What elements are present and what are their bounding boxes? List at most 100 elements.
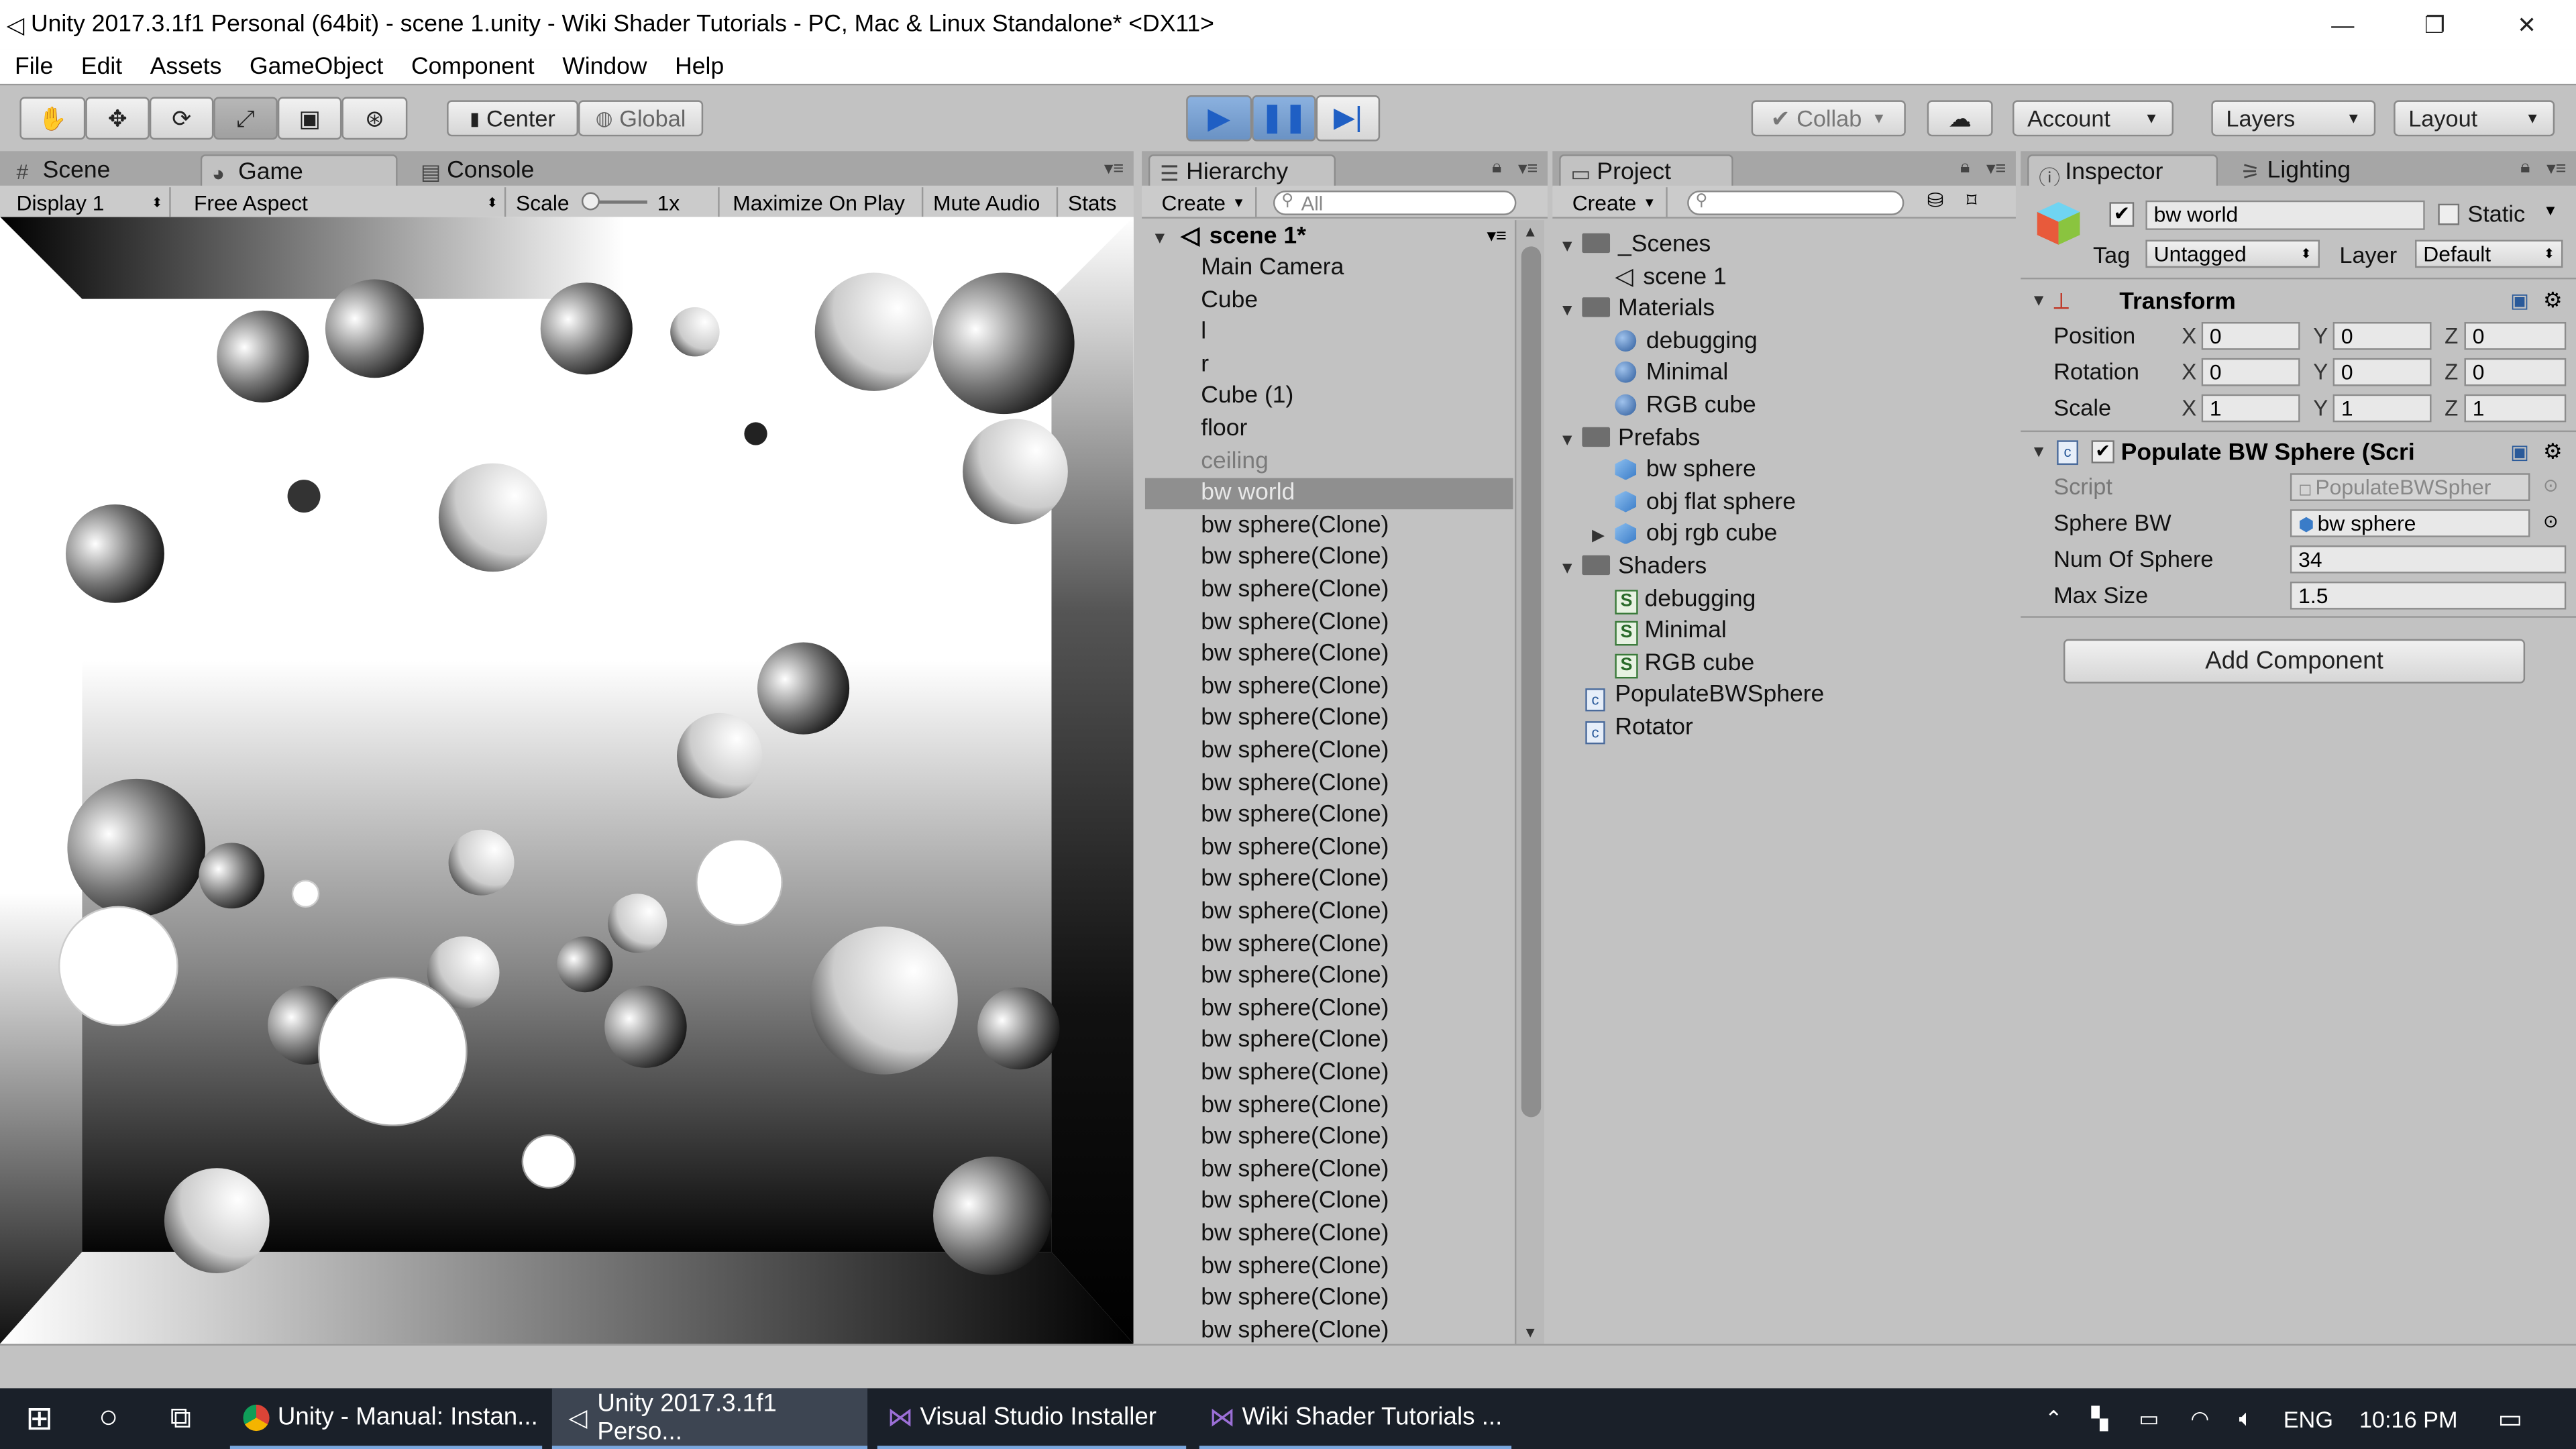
- tab-console[interactable]: ▤ Console: [411, 154, 591, 187]
- project-item-material[interactable]: RGB cube: [1615, 391, 1756, 423]
- lock-icon[interactable]: 🔒︎: [1960, 158, 1970, 179]
- gear-icon[interactable]: ⚙: [2543, 439, 2563, 465]
- taskbar-item-chrome[interactable]: Unity - Manual: Instan...: [229, 1388, 543, 1449]
- hierarchy-item[interactable]: bw sphere(Clone): [1201, 511, 1389, 543]
- account-dropdown[interactable]: Account ▼: [2012, 100, 2174, 137]
- rotation-y-field[interactable]: 0: [2332, 358, 2432, 386]
- help-icon[interactable]: ▣: [2510, 289, 2529, 312]
- menu-component[interactable]: Component: [411, 54, 535, 80]
- help-icon[interactable]: ▣: [2510, 440, 2529, 463]
- layers-dropdown[interactable]: Layers ▼: [2211, 100, 2376, 137]
- menu-file[interactable]: File: [15, 54, 53, 80]
- tab-game[interactable]: ◕ Game: [200, 154, 398, 188]
- object-name-field[interactable]: bw world: [2145, 200, 2425, 230]
- hand-tool-button[interactable]: ✋: [19, 97, 86, 140]
- rotation-z-field[interactable]: 0: [2464, 358, 2567, 386]
- hierarchy-item[interactable]: bw sphere(Clone): [1201, 1090, 1389, 1122]
- hierarchy-item[interactable]: bw sphere(Clone): [1201, 704, 1389, 736]
- hierarchy-item[interactable]: bw sphere(Clone): [1201, 1219, 1389, 1251]
- max-size-field[interactable]: 1.5: [2290, 581, 2567, 610]
- project-item-script[interactable]: c Rotator: [1585, 713, 1693, 745]
- rotate-tool-button[interactable]: ⟳: [149, 97, 214, 140]
- project-item-folder[interactable]: ▼ Materials: [1559, 294, 1715, 327]
- chevron-down-icon[interactable]: ▼: [2543, 202, 2558, 218]
- scale-z-field[interactable]: 1: [2464, 394, 2567, 423]
- scrollbar-thumb[interactable]: [1521, 246, 1542, 1118]
- menu-help[interactable]: Help: [675, 54, 724, 80]
- hierarchy-item[interactable]: ceiling: [1201, 446, 1269, 478]
- scale-tool-button[interactable]: ⤢: [213, 97, 278, 140]
- hierarchy-item[interactable]: bw sphere(Clone): [1201, 994, 1389, 1026]
- project-item-prefab[interactable]: obj flat sphere: [1615, 488, 1796, 520]
- clock[interactable]: 10:16 PM: [2349, 1388, 2467, 1449]
- scale-x-field[interactable]: 1: [2201, 394, 2300, 423]
- tray-wifi[interactable]: ◠: [2182, 1388, 2218, 1449]
- transform-tool-button[interactable]: ⊛: [341, 97, 408, 140]
- hierarchy-item[interactable]: bw sphere(Clone): [1201, 1026, 1389, 1058]
- taskbar-item-vs-installer[interactable]: ⋈ Visual Studio Installer: [877, 1388, 1187, 1449]
- menu-assets[interactable]: Assets: [150, 54, 222, 80]
- project-item-material[interactable]: debugging: [1615, 327, 1758, 359]
- menu-window[interactable]: Window: [562, 54, 647, 80]
- hierarchy-item[interactable]: r: [1201, 350, 1209, 382]
- expand-arrow-icon[interactable]: ▼: [2031, 443, 2047, 462]
- project-item-script[interactable]: c PopulateBWSphere: [1585, 681, 1824, 713]
- stats-toggle[interactable]: Stats: [1058, 187, 1134, 217]
- aspect-dropdown[interactable]: Free Aspect ⬍: [184, 187, 506, 217]
- minimize-button[interactable]: —: [2297, 0, 2389, 49]
- hierarchy-item[interactable]: bw sphere(Clone): [1201, 929, 1389, 961]
- project-create-button[interactable]: Create ▼: [1562, 187, 1668, 217]
- lock-icon[interactable]: 🔒︎: [1492, 158, 1501, 179]
- script-component-header[interactable]: ▼ c ✔ Populate BW Sphere (Scri ▣ ⚙: [2021, 435, 2576, 472]
- action-center-button[interactable]: ▭: [2491, 1388, 2530, 1449]
- menu-gameobject[interactable]: GameObject: [250, 54, 383, 80]
- hierarchy-create-button[interactable]: Create ▼: [1152, 187, 1257, 217]
- hierarchy-item[interactable]: bw sphere(Clone): [1201, 768, 1389, 800]
- num-of-sphere-field[interactable]: 34: [2290, 545, 2567, 574]
- lock-icon[interactable]: 🔒︎: [2520, 158, 2530, 179]
- tag-dropdown[interactable]: Untagged ⬍: [2145, 239, 2320, 268]
- hierarchy-item[interactable]: bw sphere(Clone): [1201, 639, 1389, 672]
- hierarchy-item[interactable]: bw sphere(Clone): [1201, 1316, 1389, 1348]
- game-view[interactable]: [0, 217, 1134, 1344]
- hierarchy-item[interactable]: floor: [1201, 414, 1247, 446]
- hierarchy-item[interactable]: bw sphere(Clone): [1201, 800, 1389, 833]
- hierarchy-item[interactable]: bw sphere(Clone): [1201, 736, 1389, 768]
- scroll-up-icon[interactable]: ▲: [1523, 223, 1538, 239]
- rotation-x-field[interactable]: 0: [2201, 358, 2300, 386]
- hierarchy-item[interactable]: bw sphere(Clone): [1201, 607, 1389, 639]
- tray-battery[interactable]: ▭: [2131, 1388, 2167, 1449]
- layout-dropdown[interactable]: Layout ▼: [2394, 100, 2555, 137]
- project-item-shader[interactable]: S RGB cube: [1615, 649, 1754, 681]
- display-dropdown[interactable]: Display 1 ⬍: [7, 187, 171, 217]
- tray-volume[interactable]: 🔈︎: [2228, 1388, 2264, 1449]
- hierarchy-item[interactable]: bw sphere(Clone): [1201, 1283, 1389, 1316]
- hierarchy-item[interactable]: Cube: [1201, 285, 1258, 317]
- scale-slider[interactable]: [581, 192, 647, 211]
- search-button[interactable]: ○: [85, 1388, 131, 1449]
- panel-menu-icon[interactable]: ▾≡: [1104, 158, 1124, 179]
- hierarchy-item[interactable]: bw sphere(Clone): [1201, 1187, 1389, 1219]
- filter-type-icon[interactable]: ⛁: [1927, 189, 1944, 212]
- maximize-on-play-toggle[interactable]: Maximize On Play: [723, 187, 924, 217]
- tray-icon-1[interactable]: ▚: [2083, 1388, 2116, 1449]
- project-item-folder[interactable]: ▼ Shaders: [1559, 552, 1707, 584]
- hierarchy-item[interactable]: bw sphere(Clone): [1201, 1058, 1389, 1090]
- hierarchy-item[interactable]: bw sphere(Clone): [1201, 543, 1389, 575]
- static-checkbox[interactable]: [2438, 203, 2460, 225]
- menu-edit[interactable]: Edit: [81, 54, 122, 80]
- project-item-shader[interactable]: S Minimal: [1615, 616, 1727, 649]
- language-indicator[interactable]: ENG: [2280, 1388, 2336, 1449]
- pivot-center-button[interactable]: ▮ Center: [447, 100, 579, 137]
- project-item-scene[interactable]: ◁ scene 1: [1615, 262, 1726, 294]
- position-x-field[interactable]: 0: [2201, 322, 2300, 350]
- hierarchy-item[interactable]: bw world: [1201, 478, 1295, 511]
- collab-button[interactable]: ✔ Collab ▼: [1751, 100, 1906, 137]
- add-component-button[interactable]: Add Component: [2063, 639, 2526, 684]
- close-button[interactable]: ✕: [2481, 0, 2573, 49]
- tab-hierarchy[interactable]: ☰ Hierarchy: [1148, 154, 1336, 188]
- task-view-button[interactable]: ⧉: [158, 1388, 204, 1449]
- panel-menu-icon[interactable]: ▾≡: [1518, 158, 1538, 179]
- panel-menu-icon[interactable]: ▾≡: [2546, 158, 2566, 179]
- panel-menu-icon[interactable]: ▾≡: [1986, 158, 2006, 179]
